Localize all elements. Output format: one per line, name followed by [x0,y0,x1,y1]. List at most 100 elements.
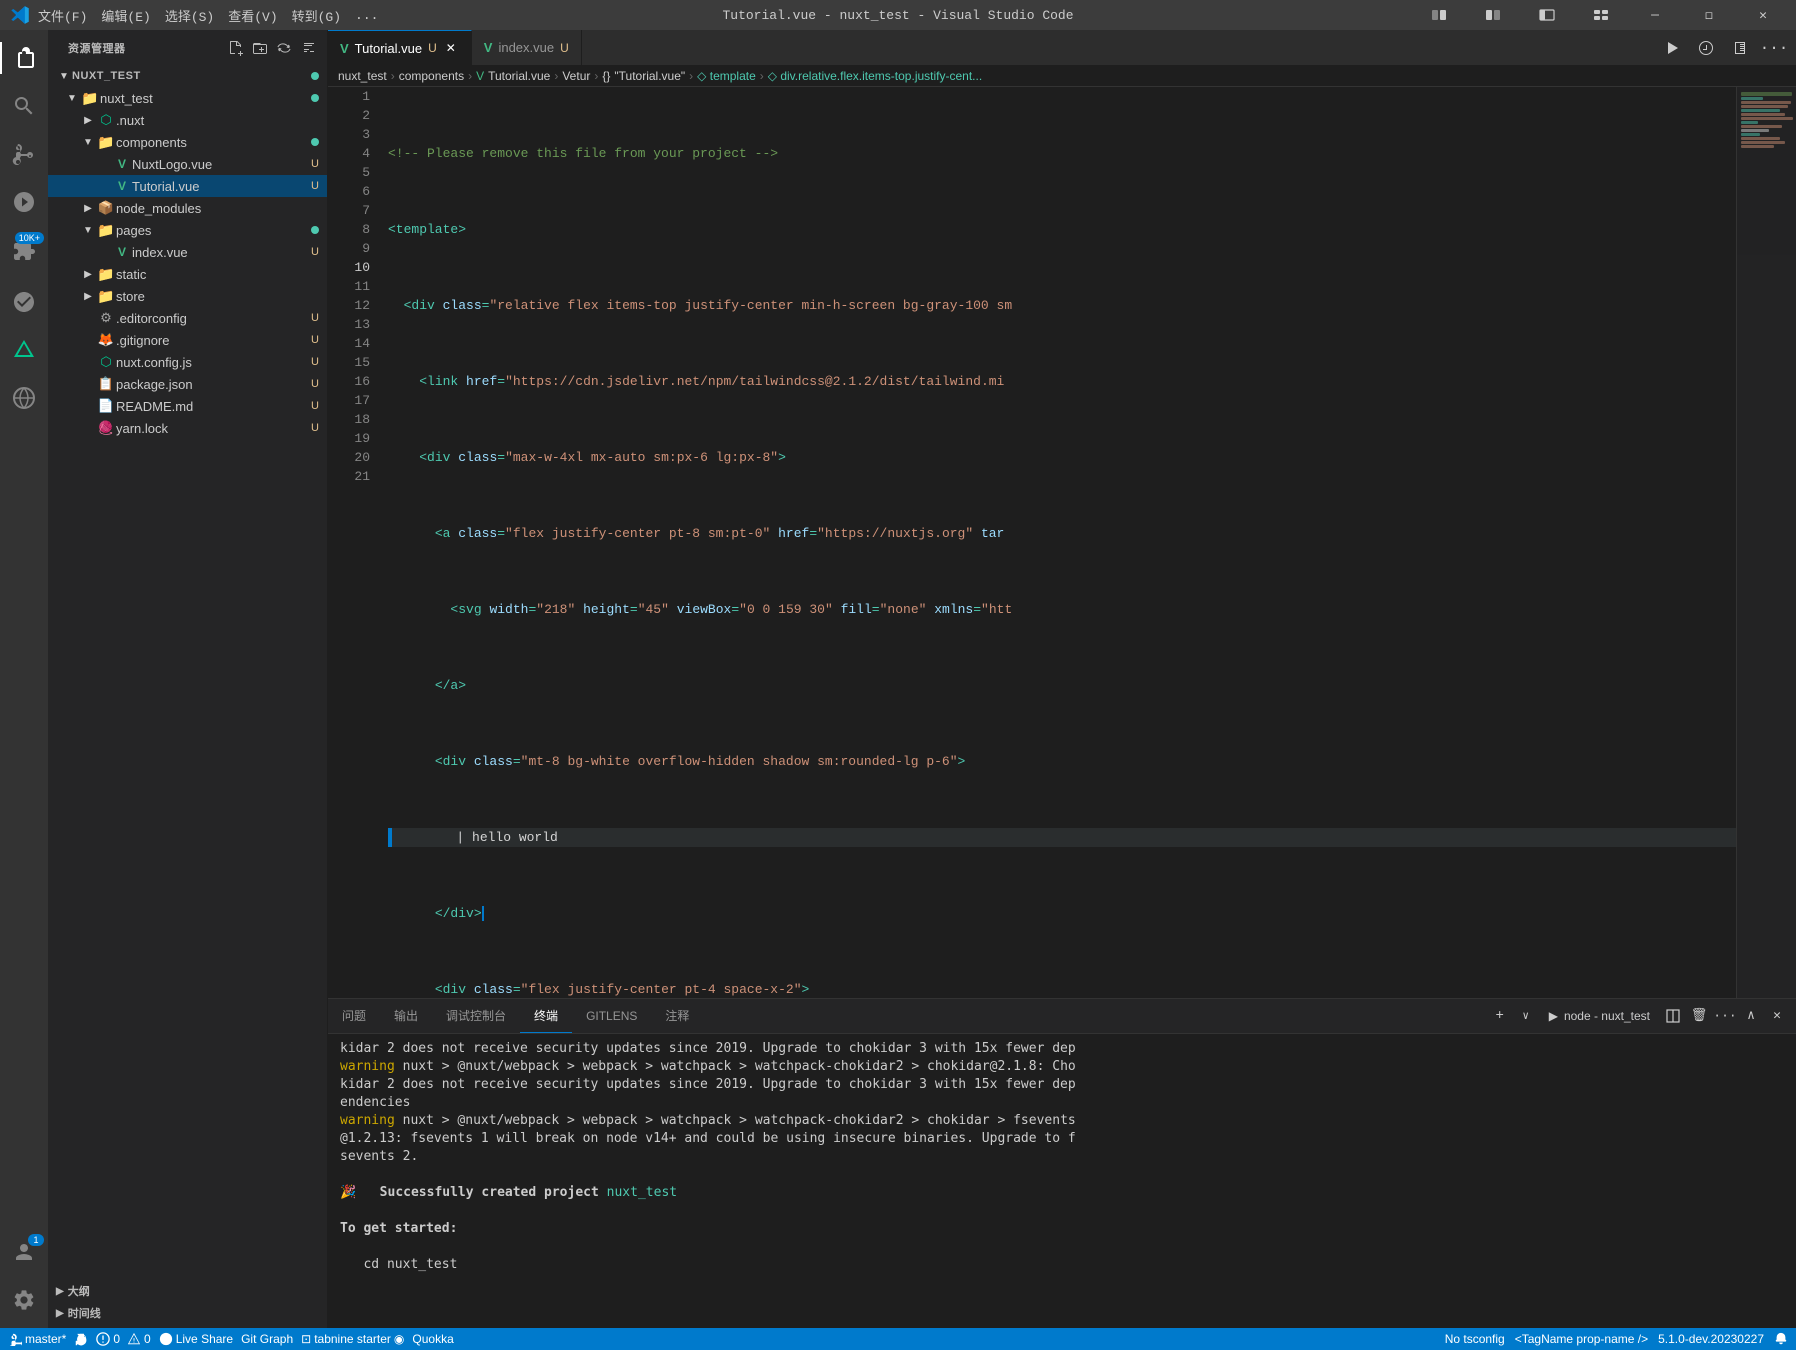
status-version[interactable]: 5.1.0-dev.20230227 [1658,1332,1764,1346]
activity-run[interactable] [0,178,48,226]
activity-explorer[interactable] [0,34,48,82]
run-code-icon[interactable] [1658,34,1686,62]
tree-item-nuxt-test[interactable]: ▼ 📁 nuxt_test [48,87,327,109]
minimize-button[interactable]: ─ [1632,0,1678,30]
menu-select[interactable]: 选择(S) [165,6,214,25]
tree-item-yarnlock[interactable]: ▶ 🧶 yarn.lock U [48,417,327,439]
activity-source-control[interactable] [0,130,48,178]
refresh-icon[interactable] [275,39,293,57]
menu-edit[interactable]: 编辑(E) [101,6,150,25]
breadcrumb-components[interactable]: components [399,69,464,83]
panel-tab-debug-console[interactable]: 调试控制台 [432,998,520,1033]
tree-item-indexvue[interactable]: ▶ V index.vue U [48,241,327,263]
panel-tab-gitlens[interactable]: GITLENS [572,998,651,1033]
tab-index[interactable]: V index.vue U [472,30,582,65]
open-changes-icon[interactable] [1692,34,1720,62]
menu-goto[interactable]: 转到(G) [292,6,341,25]
panel-close-icon[interactable]: ✕ [1766,1005,1788,1027]
code-content[interactable]: <!-- Please remove this file from your p… [378,87,1736,998]
tree-item-store[interactable]: ▶ 📁 store [48,285,327,307]
components-arrow-icon: ▼ [80,137,96,148]
kill-terminal-icon[interactable]: 🗑 [1688,1005,1710,1027]
breadcrumb-div[interactable]: ◇ div.relative.flex.items-top.justify-ce… [768,69,982,83]
close-button[interactable]: ✕ [1740,0,1786,30]
panel-scroll-up-icon[interactable]: ∧ [1740,1005,1762,1027]
status-live-share[interactable]: Live Share [159,1332,233,1346]
tree-item-gitignore[interactable]: ▶ 🦊 .gitignore U [48,329,327,351]
panel-tab-comments[interactable]: 注释 [651,998,703,1033]
components-folder-icon: 📁 [96,134,116,151]
line-num-11: 11 [328,277,370,296]
activity-search[interactable] [0,82,48,130]
new-folder-icon[interactable] [251,39,269,57]
breadcrumb-vue-icon[interactable]: V [476,69,484,83]
layout-icon[interactable] [1416,0,1462,30]
pages-label: pages [116,223,311,238]
tree-item-tutorial[interactable]: ▶ V Tutorial.vue U [48,175,327,197]
code-token: </a> [435,676,466,695]
chevron-down-icon[interactable]: ∨ [1515,1005,1537,1027]
menu-more[interactable]: ... [355,8,378,23]
tab-tutorial[interactable]: V Tutorial.vue U ✕ [328,30,472,65]
activity-git[interactable] [0,278,48,326]
split-terminal-icon[interactable] [1662,1005,1684,1027]
more-actions-icon[interactable]: ··· [1760,34,1788,62]
sidebar-toggle-icon[interactable] [1524,0,1570,30]
status-quokka[interactable]: Quokka [412,1332,453,1346]
panel-tab-terminal[interactable]: 终端 [520,998,572,1033]
split-view-icon[interactable] [1470,0,1516,30]
outline-toggle[interactable]: ▶ 大纲 [48,1280,327,1302]
panel-tab-output[interactable]: 输出 [380,998,432,1033]
status-tag-name[interactable]: <TagName prop-name /> [1515,1332,1648,1346]
menu-view[interactable]: 查看(V) [228,6,277,25]
breadcrumb-template[interactable]: ◇ template [697,69,756,83]
activity-extensions[interactable]: 10K+ [0,226,48,274]
timeline-toggle[interactable]: ▶ 时间线 [48,1302,327,1324]
panel-tab-problems[interactable]: 问题 [328,998,380,1033]
readme-file-icon: 📄 [96,398,116,414]
tree-item-readme[interactable]: ▶ 📄 README.md U [48,395,327,417]
status-tabnine[interactable]: ⊡ tabnine starter ◉ [301,1332,404,1346]
status-git-branch[interactable]: master* [8,1332,66,1346]
tree-item-pages[interactable]: ▼ 📁 pages [48,219,327,241]
status-errors[interactable]: 0 0 [96,1332,150,1346]
new-file-icon[interactable] [227,39,245,57]
activity-nuxt[interactable] [0,326,48,374]
line-num-4: 4 [328,144,370,163]
code-token: class [466,752,513,771]
status-sync[interactable] [74,1332,88,1346]
tree-item-nuxtlogo[interactable]: ▶ V NuxtLogo.vue U [48,153,327,175]
menu-file[interactable]: 文件(F) [38,6,87,25]
panel-more-icon[interactable]: ··· [1714,1005,1736,1027]
code-token: <div [419,448,450,467]
title-bar-menu[interactable]: 文件(F) 编辑(E) 选择(S) 查看(V) 转到(G) ... [38,6,378,25]
tree-item-editorconfig[interactable]: ▶ ⚙ .editorconfig U [48,307,327,329]
breadcrumb-object[interactable]: {} [602,69,610,83]
breadcrumb-vetur[interactable]: Vetur [562,69,590,83]
add-terminal-icon[interactable]: + [1489,1005,1511,1027]
tab-tutorial-close[interactable]: ✕ [443,40,459,56]
customize-layout-icon[interactable] [1578,0,1624,30]
breadcrumb-tutorial-vue-2[interactable]: "Tutorial.vue" [614,69,685,83]
activity-settings[interactable] [0,1276,48,1324]
activity-remote[interactable] [0,374,48,422]
tree-item-packagejson[interactable]: ▶ 📋 package.json U [48,373,327,395]
collapse-icon[interactable] [299,39,317,57]
tree-item-node-modules[interactable]: ▶ 📦 node_modules [48,197,327,219]
tree-item-static[interactable]: ▶ 📁 static [48,263,327,285]
split-editor-icon[interactable] [1726,34,1754,62]
terminal-content[interactable]: kidar 2 does not receive security update… [328,1034,1796,1328]
tree-item-components[interactable]: ▼ 📁 components [48,131,327,153]
tree-item-nuxtrc[interactable]: ▶ ⬡ .nuxt [48,109,327,131]
tab-index-icon: V [484,40,493,55]
breadcrumb-nuxt-test[interactable]: nuxt_test [338,69,387,83]
activity-account[interactable]: 1 [0,1228,48,1276]
code-line-5: <div class="max-w-4xl mx-auto sm:px-6 lg… [388,448,1736,467]
status-tsconfig[interactable]: No tsconfig [1445,1332,1505,1346]
tree-item-nuxtconfig[interactable]: ▶ ⬡ nuxt.config.js U [48,351,327,373]
status-git-graph[interactable]: Git Graph [241,1332,293,1346]
nuxt-test-label: nuxt_test [100,91,311,106]
restore-button[interactable]: ◻ [1686,0,1732,30]
breadcrumb-tutorial-vue[interactable]: Tutorial.vue [488,69,550,83]
status-notifications[interactable] [1774,1332,1788,1346]
